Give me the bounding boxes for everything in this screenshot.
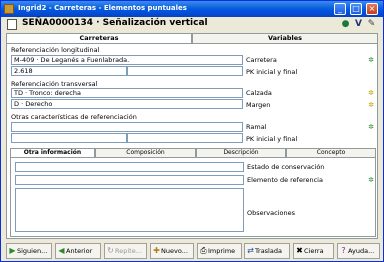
close-form-label: Cierra (304, 247, 324, 255)
minimize-button[interactable]: _ (334, 3, 346, 15)
tab-otra-informacion[interactable]: Otra información (10, 148, 95, 157)
maximize-button[interactable]: □ (350, 3, 362, 15)
previous-label: Anterior (66, 247, 93, 255)
window-title: Ingrid2 - Carreteras - Elementos puntual… (18, 4, 187, 12)
gear-icon[interactable]: ✲ (367, 176, 375, 184)
record-title: SEÑA0000134 · Señalización vertical (22, 18, 208, 28)
otras-pk-inicial-field[interactable] (11, 133, 127, 143)
next-label: Siguien... (17, 247, 48, 255)
close-icon: ✖ (296, 246, 303, 255)
new-icon: ✚ (153, 246, 160, 255)
elemento-label: Elemento de referencia (247, 176, 323, 184)
main-tabs: Carreteras Variables (6, 33, 378, 43)
move-button[interactable]: ⇄Traslada (244, 243, 290, 259)
move-icon: ⇄ (247, 246, 254, 255)
sub-tabs: Otra información Composición Descripción… (10, 148, 376, 157)
pk-label: PK inicial y final (246, 68, 298, 76)
next-button[interactable]: ▶Siguien... (6, 243, 52, 259)
print-button[interactable]: ⎙Imprime (197, 243, 242, 259)
tab-carreteras[interactable]: Carreteras (6, 33, 192, 43)
ref-longitudinal-heading: Referenciación longitudinal (11, 46, 100, 54)
tab-descripcion[interactable]: Descripción (196, 148, 286, 157)
carreteras-panel: Referenciación longitudinal M-409 · De L… (6, 43, 378, 239)
repeat-button[interactable]: ↻Repite... (104, 243, 147, 259)
tab-concepto[interactable]: Concepto (286, 148, 376, 157)
arrow-left-icon: ◀ (58, 246, 65, 255)
gear-icon[interactable]: ✲ (367, 56, 375, 64)
pk-inicial-field[interactable]: 2.618 (11, 66, 127, 76)
otras-heading: Otras características de referenciación (11, 113, 137, 121)
margen-field[interactable]: D · Derecho (11, 99, 243, 109)
carretera-field[interactable]: M-409 · De Leganés a Fuenlabrada. (11, 55, 243, 65)
ramal-field[interactable] (11, 122, 243, 132)
observaciones-label: Observaciones (247, 209, 295, 217)
estado-label: Estado de conservación (247, 163, 325, 171)
ramal-label: Ramal (246, 123, 267, 131)
print-label: Imprime (208, 247, 236, 255)
calzada-field[interactable]: TD · Tronco: derecha (11, 88, 243, 98)
gear-icon[interactable]: ✲ (367, 89, 375, 97)
repeat-icon: ↻ (107, 246, 114, 255)
otras-pk-label: PK inicial y final (246, 135, 298, 143)
record-header: SEÑA0000134 · Señalización vertical ● V … (3, 18, 381, 32)
title-bar[interactable]: Ingrid2 - Carreteras - Elementos puntual… (1, 1, 383, 17)
app-icon (4, 4, 14, 14)
help-icon: ? (341, 246, 346, 255)
tab-composicion[interactable]: Composición (95, 148, 196, 157)
new-label: Nuevo... (161, 247, 188, 255)
repeat-label: Repite... (115, 247, 142, 255)
previous-button[interactable]: ◀Anterior (55, 243, 101, 259)
ref-transversal-heading: Referenciación transversal (11, 80, 98, 88)
application-window: Ingrid2 - Carreteras - Elementos puntual… (0, 0, 384, 262)
help-button[interactable]: ? Ayuda... (337, 243, 380, 259)
gear-icon[interactable]: ✲ (367, 101, 375, 109)
otras-pk-final-field[interactable] (127, 133, 243, 143)
margen-label: Margen (246, 101, 271, 109)
globe-icon[interactable]: ● (340, 19, 351, 30)
close-form-button[interactable]: ✖Cierra (293, 243, 334, 259)
pk-final-field[interactable] (127, 66, 243, 76)
estado-field[interactable] (15, 162, 244, 172)
carretera-label: Carretera (246, 56, 277, 64)
calzada-label: Calzada (246, 89, 272, 97)
printer-icon: ⎙ (200, 246, 207, 255)
help-label: Ayuda... (348, 247, 375, 255)
observaciones-field[interactable] (15, 188, 244, 232)
tools-icon[interactable]: ✎ (366, 19, 377, 30)
tab-variables[interactable]: Variables (192, 33, 378, 43)
document-icon (7, 19, 17, 30)
bottom-toolbar: ▶Siguien... ◀Anterior ↻Repite... ✚Nuevo.… (3, 243, 381, 260)
move-label: Traslada (255, 247, 282, 255)
elemento-field[interactable] (15, 175, 244, 185)
arrow-right-icon: ▶ (9, 246, 16, 255)
close-button[interactable]: × (366, 3, 378, 15)
new-button[interactable]: ✚Nuevo... (150, 243, 194, 259)
otra-informacion-panel: Estado de conservación Elemento de refer… (10, 157, 376, 237)
gear-icon[interactable]: ✲ (367, 123, 375, 131)
verify-icon[interactable]: V (353, 19, 364, 30)
